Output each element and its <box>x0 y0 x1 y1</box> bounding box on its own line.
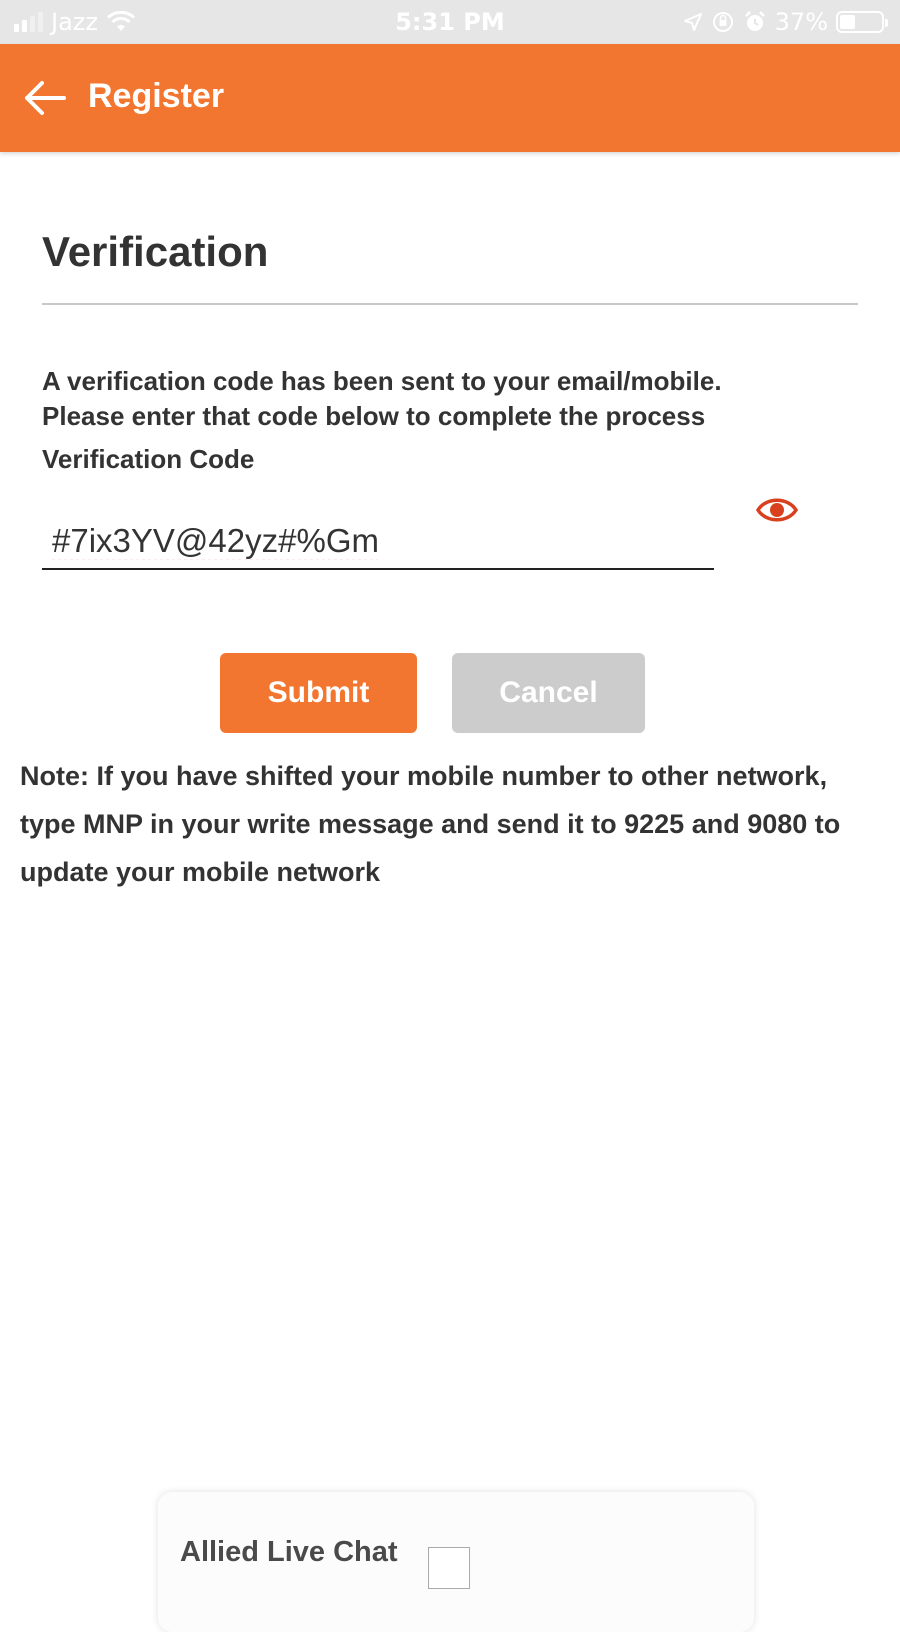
page-title: Verification <box>42 228 269 275</box>
live-chat-checkbox[interactable] <box>428 1547 470 1589</box>
verification-code-label: Verification Code <box>42 444 255 474</box>
cancel-button[interactable]: Cancel <box>452 653 645 733</box>
instructions-line-1: A verification code has been sent to you… <box>42 366 722 396</box>
location-icon <box>683 13 702 31</box>
live-chat-widget[interactable]: Allied Live Chat <box>158 1492 754 1632</box>
header-title: Register <box>88 77 225 115</box>
verification-instructions: A verification code has been sent to you… <box>42 364 862 434</box>
alarm-icon <box>744 11 765 31</box>
mnp-note: Note: If you have shifted your mobile nu… <box>20 761 841 887</box>
verification-code-input[interactable] <box>42 514 714 570</box>
arrow-left-icon[interactable] <box>22 78 66 118</box>
app-header: Register <box>0 44 900 152</box>
battery-icon <box>836 11 888 33</box>
submit-button[interactable]: Submit <box>220 653 417 733</box>
eye-icon[interactable] <box>756 494 798 526</box>
battery-fill <box>840 15 855 29</box>
battery-percent: 37% <box>774 8 828 36</box>
status-bar: Jazz 5:31 PM 37% <box>0 0 900 44</box>
status-right: 37% <box>683 0 888 44</box>
instructions-line-2: Please enter that code below to complete… <box>42 401 706 431</box>
orientation-lock-icon <box>712 12 733 32</box>
live-chat-title: Allied Live Chat <box>180 1536 398 1568</box>
title-divider <box>42 303 858 305</box>
